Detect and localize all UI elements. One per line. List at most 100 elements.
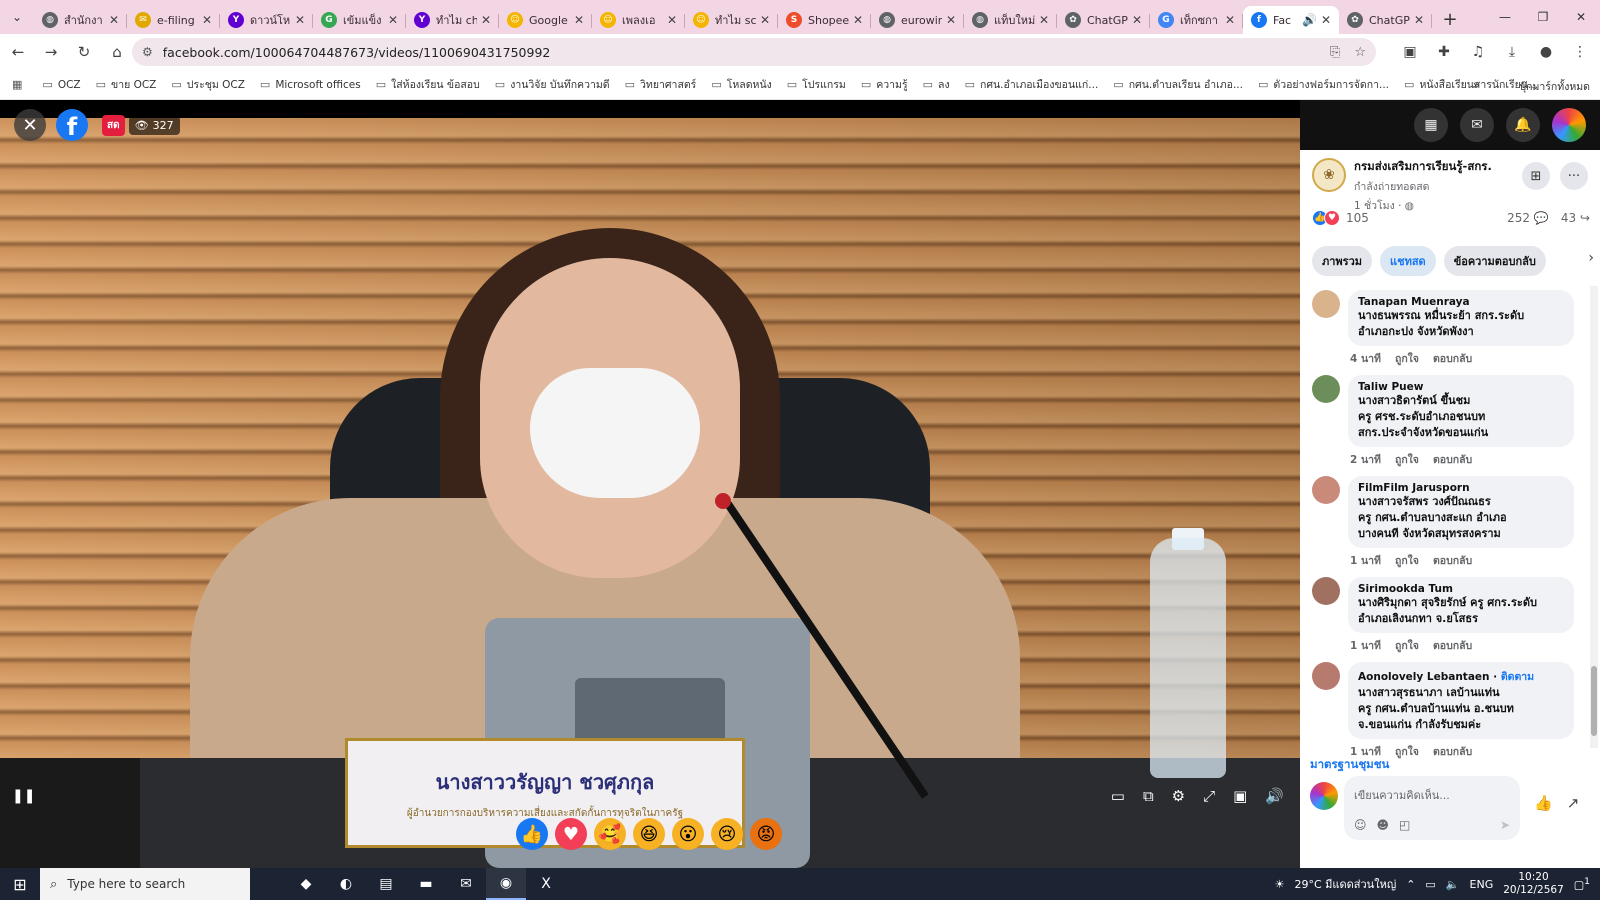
fullscreen-icon[interactable]: ⤢ <box>1203 787 1215 805</box>
commenter-avatar[interactable] <box>1312 476 1340 504</box>
commenter-avatar[interactable] <box>1312 662 1340 690</box>
share-count[interactable]: 43 ↪ <box>1561 211 1590 225</box>
facebook-logo-icon[interactable]: f <box>56 109 88 141</box>
taskbar-search[interactable]: ⌕ Type here to search <box>40 868 250 900</box>
tab-close-icon[interactable]: ✕ <box>1132 13 1142 27</box>
share-arrow-icon[interactable]: ↗ <box>1567 794 1580 846</box>
url-text[interactable]: facebook.com/100064704487673/videos/1100… <box>163 45 1330 60</box>
bookmark-item[interactable]: ▭ หนังสือเรียนสารนักเรียน... <box>1404 76 1538 93</box>
comment-time[interactable]: 4 นาที <box>1350 350 1381 367</box>
bookmarks-overflow-icon[interactable]: » <box>1473 78 1480 92</box>
sticker-icon[interactable]: ◰ <box>1399 818 1410 832</box>
tray-chevron-icon[interactable]: ⌃ <box>1406 878 1415 891</box>
tab-close-icon[interactable]: ✕ <box>1414 13 1424 27</box>
browser-tab[interactable]: ✿ ChatGP ✕ <box>1057 6 1150 34</box>
comment-reply-button[interactable]: ตอบกลับ <box>1433 743 1472 760</box>
browser-tab[interactable]: ◍ แท็บใหม่ ✕ <box>964 6 1057 34</box>
reaction-count[interactable]: 105 <box>1346 211 1369 225</box>
puzzle-icon[interactable]: ✚ <box>1430 38 1458 66</box>
tab-close-icon[interactable]: ✕ <box>109 13 119 27</box>
haha-reaction-icon[interactable]: 😆 <box>633 818 665 850</box>
scrollbar-thumb[interactable] <box>1591 666 1597 736</box>
commenter-name[interactable]: Tanapan Muenraya <box>1358 296 1564 308</box>
browser-tab[interactable]: Y ดาวน์โห ✕ <box>220 6 313 34</box>
bookmark-item[interactable]: ▭ ความรู้ <box>861 76 908 93</box>
bookmark-item[interactable]: ▭ ขาย OCZ <box>96 76 157 93</box>
comment-reply-button[interactable]: ตอบกลับ <box>1433 350 1472 367</box>
community-standards-link[interactable]: มาตรฐานชุมชน <box>1310 756 1389 774</box>
close-window-icon[interactable]: ✕ <box>1562 0 1600 34</box>
comment-reply-button[interactable]: ตอบกลับ <box>1433 451 1472 468</box>
forward-icon[interactable]: → <box>36 37 66 67</box>
commenter-name[interactable]: Taliw Puew <box>1358 381 1564 393</box>
account-avatar[interactable] <box>1552 108 1586 142</box>
tab-close-icon[interactable]: ✕ <box>1039 13 1049 27</box>
close-video-icon[interactable]: ✕ <box>14 109 46 141</box>
video-player[interactable]: นางสาววรัญญา ชวศุภกุล ผู้อำนวยการกองบริห… <box>0 100 1300 868</box>
bookmark-item[interactable]: ▭ ตัวอย่างฟอร์มการจัดกา... <box>1258 76 1389 93</box>
comment-time[interactable]: 1 นาที <box>1350 637 1381 654</box>
tab-close-icon[interactable]: ✕ <box>1225 13 1235 27</box>
media-icon[interactable]: ♫ <box>1464 38 1492 66</box>
tab-live-chat[interactable]: แชทสด <box>1380 246 1436 276</box>
save-icon[interactable]: ⊞ <box>1522 162 1550 190</box>
avatar-sticker-icon[interactable]: ☺ <box>1354 818 1367 832</box>
home-icon[interactable]: ⌂ <box>102 37 132 67</box>
settings-icon[interactable]: ⚙ <box>1172 787 1185 805</box>
comment-reply-button[interactable]: ตอบกลับ <box>1433 637 1472 654</box>
browser-tab[interactable]: ✉ e-filing ✕ <box>127 6 220 34</box>
bookmark-item[interactable]: ▭ OCZ <box>42 78 80 91</box>
commenter-name[interactable]: FilmFilm Jarusporn <box>1358 482 1564 494</box>
browser-tab[interactable]: ✿ ChatGP ✕ <box>1339 6 1432 34</box>
wow-reaction-icon[interactable]: 😮 <box>672 818 704 850</box>
minimize-icon[interactable]: — <box>1486 0 1524 34</box>
volume-icon[interactable]: 🔊 <box>1265 787 1284 805</box>
clock[interactable]: 10:20 20/12/2567 <box>1503 871 1564 897</box>
bookmark-item[interactable]: ▭ ประชุม OCZ <box>171 76 245 93</box>
weather-icon[interactable]: ☀ <box>1275 878 1285 891</box>
tab-close-icon[interactable]: ✕ <box>853 13 863 27</box>
messenger-icon[interactable]: ✉ <box>1460 108 1494 142</box>
back-icon[interactable]: ← <box>3 37 33 67</box>
chrome-icon[interactable]: ◉ <box>486 868 526 900</box>
tab-audio-icon[interactable]: 🔊 <box>1302 13 1317 27</box>
copilot-icon[interactable]: ◆ <box>286 868 326 900</box>
excel-icon[interactable]: X <box>526 868 566 900</box>
comment-time[interactable]: 2 นาที <box>1350 451 1381 468</box>
page-logo-icon[interactable]: ❀ <box>1312 158 1346 192</box>
tab-close-icon[interactable]: ✕ <box>1321 13 1331 27</box>
bookmark-item[interactable]: ▭ Microsoft offices <box>260 78 361 91</box>
restore-icon[interactable]: ❐ <box>1524 0 1562 34</box>
tab-close-icon[interactable]: ✕ <box>202 13 212 27</box>
tab-close-icon[interactable]: ✕ <box>388 13 398 27</box>
more-options-icon[interactable]: ··· <box>1560 162 1588 190</box>
commenter-name[interactable]: Aonolovely Lebantaen · ติดตาม <box>1358 668 1564 685</box>
windows-start-icon[interactable]: ⊞ <box>0 868 40 900</box>
care-reaction-icon[interactable]: 🥰 <box>594 818 626 850</box>
bookmark-item[interactable]: ▭ กศน.อำเภอเมืองขอนแก่... <box>965 76 1099 93</box>
browser-tab[interactable]: G เข้มแข็ง ✕ <box>313 6 406 34</box>
all-bookmarks-folder[interactable]: บุ๊กมาร์กทั้งหมด <box>1519 78 1590 95</box>
sad-reaction-icon[interactable]: 😢 <box>711 818 743 850</box>
comment-count[interactable]: 252 💬 <box>1507 211 1549 225</box>
volume-tray-icon[interactable]: 🔈 <box>1446 878 1460 891</box>
love-reaction-icon[interactable]: ♥ <box>555 818 587 850</box>
site-info-icon[interactable]: ⚙ <box>142 45 153 59</box>
browser-tab[interactable]: Y ทำไม ch ✕ <box>406 6 499 34</box>
browser-tab[interactable]: G เท็กซกา ✕ <box>1150 6 1243 34</box>
pip-icon[interactable]: ▣ <box>1233 787 1247 805</box>
tab-close-icon[interactable]: ✕ <box>481 13 491 27</box>
tab-close-icon[interactable]: ✕ <box>295 13 305 27</box>
browser-tab[interactable]: ☺ Google ✕ <box>499 6 592 34</box>
browser-tab[interactable]: S Shopee ✕ <box>778 6 871 34</box>
comment-input[interactable]: เขียนความคิดเห็น... ☺ ☻ ◰ ➤ <box>1344 776 1520 840</box>
reload-icon[interactable]: ↻ <box>69 37 99 67</box>
chevron-right-icon[interactable]: › <box>1588 250 1594 266</box>
comment-reply-button[interactable]: ตอบกลับ <box>1433 552 1472 569</box>
extension-icon[interactable]: ▣ <box>1396 38 1424 66</box>
bookmark-item[interactable]: ▭ โหลดหนัง <box>711 76 771 93</box>
edge-icon[interactable]: ◐ <box>326 868 366 900</box>
commenter-avatar[interactable] <box>1312 577 1340 605</box>
tab-close-icon[interactable]: ✕ <box>946 13 956 27</box>
bookmark-item[interactable]: ▭ กศน.ตำบลเรียน อำเภอ... <box>1113 76 1243 93</box>
